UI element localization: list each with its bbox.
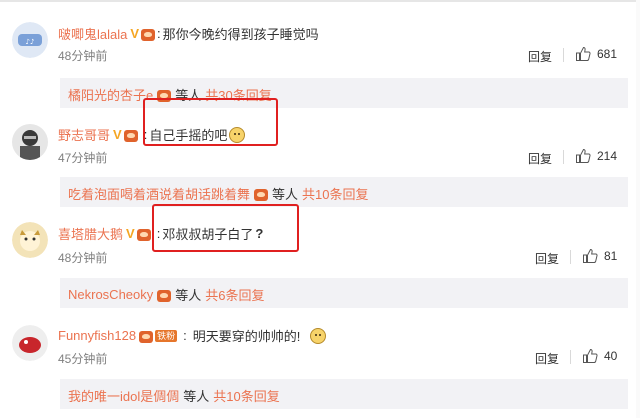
svg-text:♪♪: ♪♪ [26,38,35,46]
sub-reply-bar[interactable]: 吃着泡面喝着酒说着胡话跳着舞 等人 共10条回复 [60,177,628,207]
timestamp: 48分钟前 [58,251,108,265]
timestamp: 45分钟前 [58,352,108,366]
emoji-icon [310,327,327,344]
thumbs-up-icon [583,248,598,263]
sub-reply-count[interactable]: 共10条回复 [302,184,368,203]
avatar[interactable] [12,325,48,361]
sub-reply-bar[interactable]: 我的唯一idol是倜倜 等人 共10条回复 [60,379,628,409]
highlight-box [143,98,278,146]
comment-text: 明天要穿的帅帅的! [192,329,301,344]
avatar[interactable] [12,222,48,258]
fan-badge-icon [136,228,151,241]
like-button[interactable]: 40 [582,348,617,364]
reply-button[interactable]: 回复 [528,150,552,167]
verified-v-icon: V [113,127,122,142]
thumbs-up-icon [576,46,591,61]
verified-v-icon: V [126,226,135,241]
avatar[interactable] [12,124,48,160]
sub-reply-count[interactable]: 共6条回复 [205,285,264,304]
thumbs-up-icon [583,348,598,363]
fan-badge-icon [139,330,154,343]
fan-badge-icon [141,28,156,41]
divider [563,150,564,164]
top-divider [0,0,640,2]
like-count: 40 [604,349,618,363]
like-button[interactable]: 81 [582,248,617,264]
fan-badge-icon [254,188,269,201]
username[interactable]: 喜塔腊大鹅 [58,224,123,243]
like-count: 214 [597,149,618,163]
timestamp: 47分钟前 [58,151,108,165]
like-count: 681 [597,47,618,61]
comment-text: 那你今晚约得到孩子睡觉吗 [162,27,319,42]
fan-badge-icon [123,129,138,142]
reply-button[interactable]: 回复 [535,250,559,267]
timestamp: 48分钟前 [58,49,108,63]
username[interactable]: 野志哥哥 [58,125,110,144]
sub-reply-count[interactable]: 共10条回复 [213,386,279,405]
reply-button[interactable]: 回复 [528,48,552,65]
verified-v-icon: V [130,26,140,41]
divider [570,250,571,264]
sub-reply-username[interactable]: 我的唯一idol是倜倜 [68,386,179,405]
scrollbar[interactable] [636,0,640,418]
sub-reply-username[interactable]: 吃着泡面喝着酒说着胡话跳着舞 [68,184,250,203]
fan-badge-icon [157,289,172,302]
colon: : [157,26,161,41]
sub-reply-deng: 等人 [272,187,299,202]
divider [563,48,564,62]
member-badge: 铁粉 [155,329,178,342]
sub-reply-username[interactable]: 橘阳光的杏子e [68,85,153,104]
sub-reply-username[interactable]: NekrosCheoky [68,287,153,302]
colon: : [183,328,187,343]
sub-reply-deng: 等人 [183,389,210,404]
divider [570,350,571,364]
like-button[interactable]: 681 [575,46,617,62]
thumbs-up-icon [576,148,591,163]
like-button[interactable]: 214 [575,148,617,164]
reply-button[interactable]: 回复 [535,350,559,367]
sub-reply-deng: 等人 [175,288,202,303]
username[interactable]: Funnyfish128 [58,328,136,343]
username[interactable]: 啵唧鬼lalala [58,24,127,43]
like-count: 81 [604,249,618,263]
avatar[interactable]: ♪♪ [12,22,48,58]
highlight-box [152,204,299,252]
sub-reply-bar[interactable]: NekrosCheoky 等人 共6条回复 [60,278,628,308]
